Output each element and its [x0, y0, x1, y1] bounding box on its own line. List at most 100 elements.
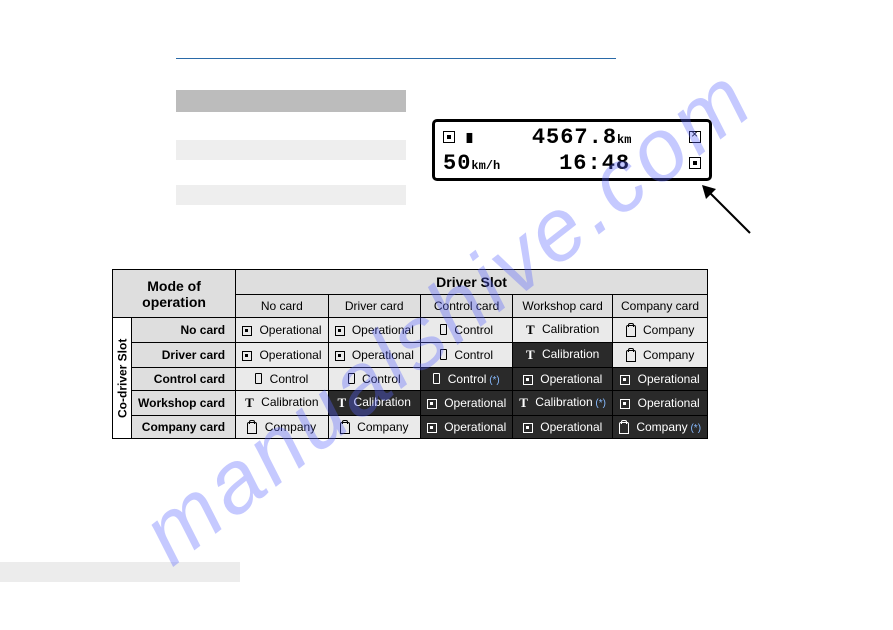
divider	[176, 58, 616, 59]
card-slot2-icon	[689, 157, 701, 169]
dot-icon	[242, 326, 252, 336]
mode-cell: Operational	[236, 318, 328, 343]
t-icon	[338, 395, 347, 411]
footer-bar	[0, 562, 240, 582]
mode-cell: Control	[420, 318, 512, 343]
mode-cell-label: Control	[451, 348, 493, 362]
mode-cell: Operational	[420, 416, 512, 439]
dot-icon	[427, 423, 437, 433]
mode-cell: Control (*)	[420, 368, 512, 391]
star-marker: (*)	[486, 375, 499, 386]
mode-cell: Calibration	[513, 343, 613, 368]
time-value: 16:48	[559, 151, 630, 176]
mode-cell: Calibration (*)	[513, 391, 613, 416]
mode-cell-label: Operational	[634, 372, 699, 386]
mode-cell-label: Calibration	[350, 395, 411, 409]
mode-cell: Control	[328, 368, 420, 391]
mode-cell-label: Control	[359, 372, 401, 386]
mode-cell: Company (*)	[612, 416, 707, 439]
mode-cell: Company	[612, 318, 707, 343]
dot-icon	[335, 326, 345, 336]
col-header: No card	[236, 295, 328, 318]
redacted-bar	[176, 90, 406, 112]
mode-cell-label: Operational	[441, 396, 506, 410]
col-header: Workshop card	[513, 295, 613, 318]
arrow-annotation	[700, 183, 760, 243]
mode-cell: Control	[420, 343, 512, 368]
col-header: Driver card	[328, 295, 420, 318]
mode-cell-label: Calibration	[532, 395, 593, 409]
mode-cell-label: Company	[640, 323, 695, 337]
mode-cell: Operational	[236, 343, 328, 368]
mode-cell: Operational	[420, 391, 512, 416]
mode-cell: Calibration	[513, 318, 613, 343]
t-icon	[526, 322, 535, 338]
dot-icon	[335, 351, 345, 361]
card-slot1-icon	[443, 131, 455, 143]
t-icon	[526, 347, 535, 363]
clip-icon	[340, 422, 350, 434]
phone-icon	[433, 373, 440, 384]
mode-cell: Company	[328, 416, 420, 439]
t-icon	[245, 395, 254, 411]
speed-unit: km/h	[471, 159, 500, 173]
distance-value: 4567.8	[532, 125, 617, 150]
mode-cell-label: Control	[451, 323, 493, 337]
mode-cell-label: Operational	[256, 348, 321, 362]
mode-cell-label: Control	[444, 372, 486, 386]
dot-icon	[620, 375, 630, 385]
mode-cell: Operational	[328, 343, 420, 368]
mode-cell-label: Operational	[537, 372, 602, 386]
mode-cell: Operational	[513, 416, 613, 439]
phone-icon	[440, 349, 447, 360]
redacted-bar	[176, 185, 406, 205]
table-corner: Mode ofoperation	[113, 270, 236, 318]
driver-slot-header: Driver Slot	[236, 270, 708, 295]
dot-icon	[242, 351, 252, 361]
mode-cell: Company	[612, 343, 707, 368]
col-header: Company card	[612, 295, 707, 318]
status-icon	[689, 131, 701, 143]
clip-icon	[619, 422, 629, 434]
col-header: Control card	[420, 295, 512, 318]
redacted-bar	[176, 140, 406, 160]
mode-cell-label: Operational	[256, 323, 321, 337]
mode-cell-label: Operational	[441, 420, 506, 434]
mode-cell-label: Operational	[634, 396, 699, 410]
row-header: Company card	[132, 416, 236, 439]
dot-icon	[620, 399, 630, 409]
mode-cell: Operational	[328, 318, 420, 343]
mode-cell-label: Company	[633, 420, 688, 434]
mode-of-operation-table: Mode ofoperation Driver Slot No cardDriv…	[112, 269, 708, 439]
mode-cell: Control	[236, 368, 328, 391]
mode-cell-label: Company	[640, 348, 695, 362]
phone-icon	[348, 373, 355, 384]
clip-icon	[247, 422, 257, 434]
mode-cell-label: Calibration	[539, 322, 600, 336]
row-header: Workshop card	[132, 391, 236, 416]
mode-cell-label: Company	[354, 420, 409, 434]
row-header: Control card	[132, 368, 236, 391]
t-icon	[519, 395, 528, 411]
dot-icon	[523, 423, 533, 433]
mode-cell: Company	[236, 416, 328, 439]
mode-cell: Operational	[612, 391, 707, 416]
mode-cell-label: Operational	[349, 323, 414, 337]
lcd-display: ∎ 4567.8km 50km/h 16:48	[432, 119, 712, 181]
mode-cell: Operational	[513, 368, 613, 391]
phone-icon	[440, 324, 447, 335]
row-header: Driver card	[132, 343, 236, 368]
codriver-slot-header: Co-driver Slot	[113, 318, 132, 439]
row-header: No card	[132, 318, 236, 343]
mode-cell: Operational	[612, 368, 707, 391]
mode-cell-label: Control	[266, 372, 308, 386]
clip-icon	[626, 350, 636, 362]
mode-cell-label: Operational	[537, 420, 602, 434]
clip-icon	[626, 325, 636, 337]
dot-icon	[523, 375, 533, 385]
mode-cell: Calibration	[328, 391, 420, 416]
speed-value: 50	[443, 151, 471, 176]
distance-unit: km	[617, 133, 631, 147]
driver-icon: ∎	[465, 130, 475, 148]
star-marker: (*)	[688, 423, 701, 434]
